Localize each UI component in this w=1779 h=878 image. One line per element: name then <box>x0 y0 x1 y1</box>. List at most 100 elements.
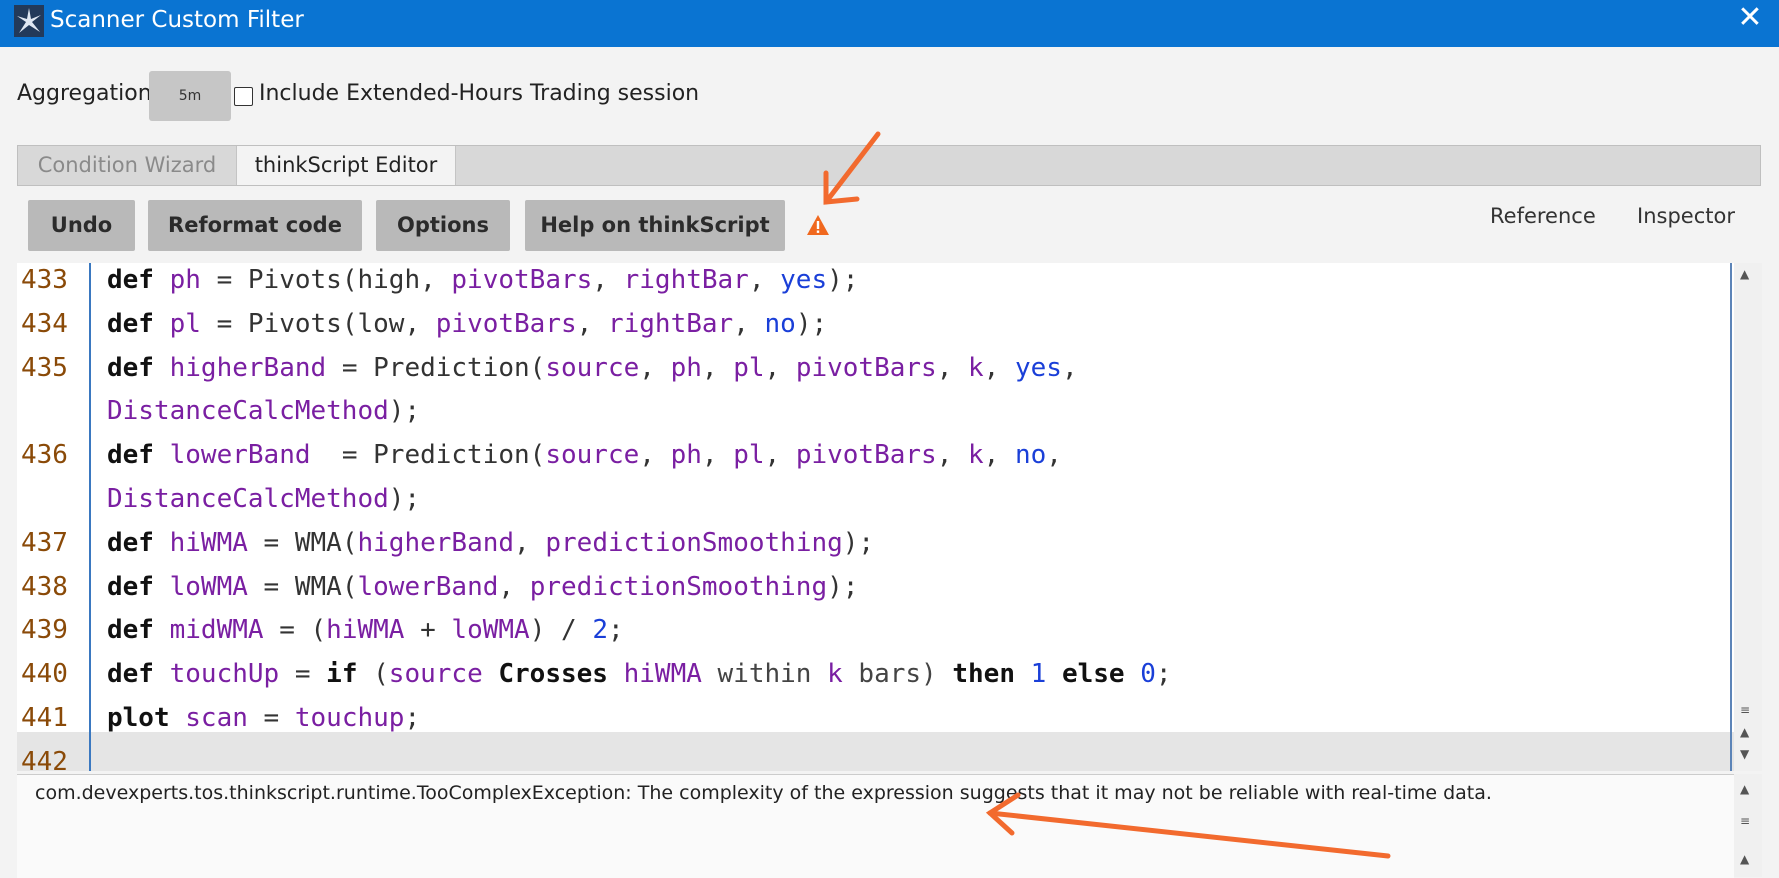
editor-scrollbar[interactable]: ▲ ≡ ▲ ▼ <box>1734 263 1762 771</box>
code-token: pivotBars <box>795 440 937 471</box>
code-token: ph <box>670 352 702 383</box>
code-text: def hiWMA = WMA(higherBand, predictionSm… <box>107 521 874 565</box>
editor-border <box>1730 263 1732 771</box>
extended-hours-checkbox[interactable] <box>234 87 253 106</box>
error-message: com.devexperts.tos.thinkscript.runtime.T… <box>35 782 1492 804</box>
code-token: if <box>326 659 358 690</box>
reference-link[interactable]: Reference <box>1490 204 1596 228</box>
code-token: , <box>1046 440 1062 471</box>
code-token: = <box>310 440 374 471</box>
code-token: ) / <box>529 615 593 646</box>
code-token: high, <box>357 265 452 295</box>
code-token: predictionSmoothing <box>545 527 843 558</box>
code-token: = <box>200 265 248 295</box>
code-token: , <box>514 527 546 558</box>
code-token: , <box>748 265 781 295</box>
code-token: lowerBand <box>169 440 311 471</box>
undo-button[interactable]: Undo <box>28 200 135 251</box>
code-token: DistanceCalcMethod <box>107 396 389 427</box>
code-token: ; <box>404 703 421 733</box>
code-token: Crosses <box>498 659 608 690</box>
code-token: = <box>247 703 295 733</box>
options-button[interactable]: Options <box>376 200 510 251</box>
tab-condition-wizard[interactable]: Condition Wizard <box>18 146 236 185</box>
code-token: , <box>764 352 796 383</box>
code-token: hiWMA <box>169 527 248 558</box>
code-token: ); <box>827 265 859 295</box>
code-token: lowerBand <box>357 571 499 602</box>
code-token: low, <box>357 308 436 339</box>
code-token: ); <box>827 571 859 602</box>
code-token: pl <box>169 308 201 339</box>
line-number: 433 <box>21 265 68 295</box>
code-text: def pl = Pivots(low, pivotBars, rightBar… <box>107 302 827 346</box>
code-token: pl <box>733 440 765 471</box>
code-token: def <box>107 352 170 383</box>
line-number: 439 <box>21 615 68 646</box>
code-token: , <box>983 440 1015 471</box>
aggregation-button[interactable]: 5m <box>149 71 231 121</box>
code-text: def lowerBand = Prediction(source, ph, p… <box>107 433 1062 477</box>
warning-triangle-icon[interactable] <box>806 214 830 236</box>
code-editor[interactable]: 433 def ph = Pivots(high, pivotBars, righ… <box>17 263 1734 777</box>
code-token: = <box>326 352 374 383</box>
code-token: def <box>107 265 170 295</box>
code-token: k <box>968 352 984 383</box>
code-token: ; <box>1155 659 1172 690</box>
line-number: 441 <box>21 703 68 733</box>
code-token: loWMA <box>169 571 248 602</box>
code-token: , <box>639 352 671 383</box>
code-token: = <box>247 571 295 602</box>
code-token: predictionSmoothing <box>529 571 828 602</box>
code-token: within <box>701 659 828 690</box>
window-title: Scanner Custom Filter <box>50 7 304 33</box>
code-token: Pivots( <box>247 265 358 295</box>
code-token: ); <box>388 484 421 514</box>
code-token: touchUp <box>169 659 280 690</box>
code-token: WMA( <box>294 571 358 602</box>
help-thinkscript-button[interactable]: Help on thinkScript <box>525 200 785 251</box>
scroll-grip-icon[interactable]: ≡ <box>1740 814 1750 828</box>
scroll-up-icon[interactable]: ▲ <box>1740 782 1749 796</box>
code-token: pl <box>733 352 765 383</box>
message-scrollbar[interactable]: ▲ ≡ ▲ <box>1734 774 1762 877</box>
code-token: yes <box>1014 352 1062 383</box>
tab-thinkscript-editor[interactable]: thinkScript Editor <box>236 146 456 185</box>
extended-hours-label[interactable]: Include Extended-Hours Trading session <box>259 81 699 106</box>
code-token: Prediction( <box>373 440 546 471</box>
scroll-up-icon[interactable]: ▲ <box>1740 725 1749 739</box>
line-number: 438 <box>21 571 68 602</box>
inspector-link[interactable]: Inspector <box>1637 204 1735 228</box>
message-panel: com.devexperts.tos.thinkscript.runtime.T… <box>17 774 1734 878</box>
scroll-down-icon[interactable]: ▼ <box>1740 747 1749 761</box>
code-token: ( <box>357 659 389 690</box>
code-token: def <box>107 571 170 602</box>
scroll-up-icon[interactable]: ▲ <box>1740 852 1749 866</box>
code-token: ); <box>795 308 828 339</box>
scroll-grip-icon[interactable]: ≡ <box>1740 703 1750 717</box>
code-token: yes <box>780 265 828 295</box>
code-token: , <box>701 352 734 383</box>
code-token: 0 <box>1140 659 1156 690</box>
code-token: ); <box>842 527 875 558</box>
code-token: plot <box>107 703 186 733</box>
code-token: , <box>1061 352 1078 383</box>
code-token: else <box>1061 659 1125 690</box>
code-token: source <box>545 440 640 471</box>
code-token: Pivots( <box>247 308 358 339</box>
code-token: k <box>968 440 984 471</box>
reformat-code-button[interactable]: Reformat code <box>148 200 362 251</box>
code-text: def ph = Pivots(high, pivotBars, rightBa… <box>107 258 858 302</box>
scroll-up-icon[interactable]: ▲ <box>1740 267 1749 281</box>
code-token: = <box>279 659 327 690</box>
aggregation-label: Aggregation: <box>17 81 160 106</box>
code-token: , <box>592 265 624 295</box>
code-token: rightBar <box>623 265 749 295</box>
code-token: def <box>107 308 170 339</box>
code-token: rightBar <box>607 308 734 339</box>
close-icon[interactable]: ✕ <box>1735 0 1765 38</box>
code-token: , <box>639 440 671 471</box>
